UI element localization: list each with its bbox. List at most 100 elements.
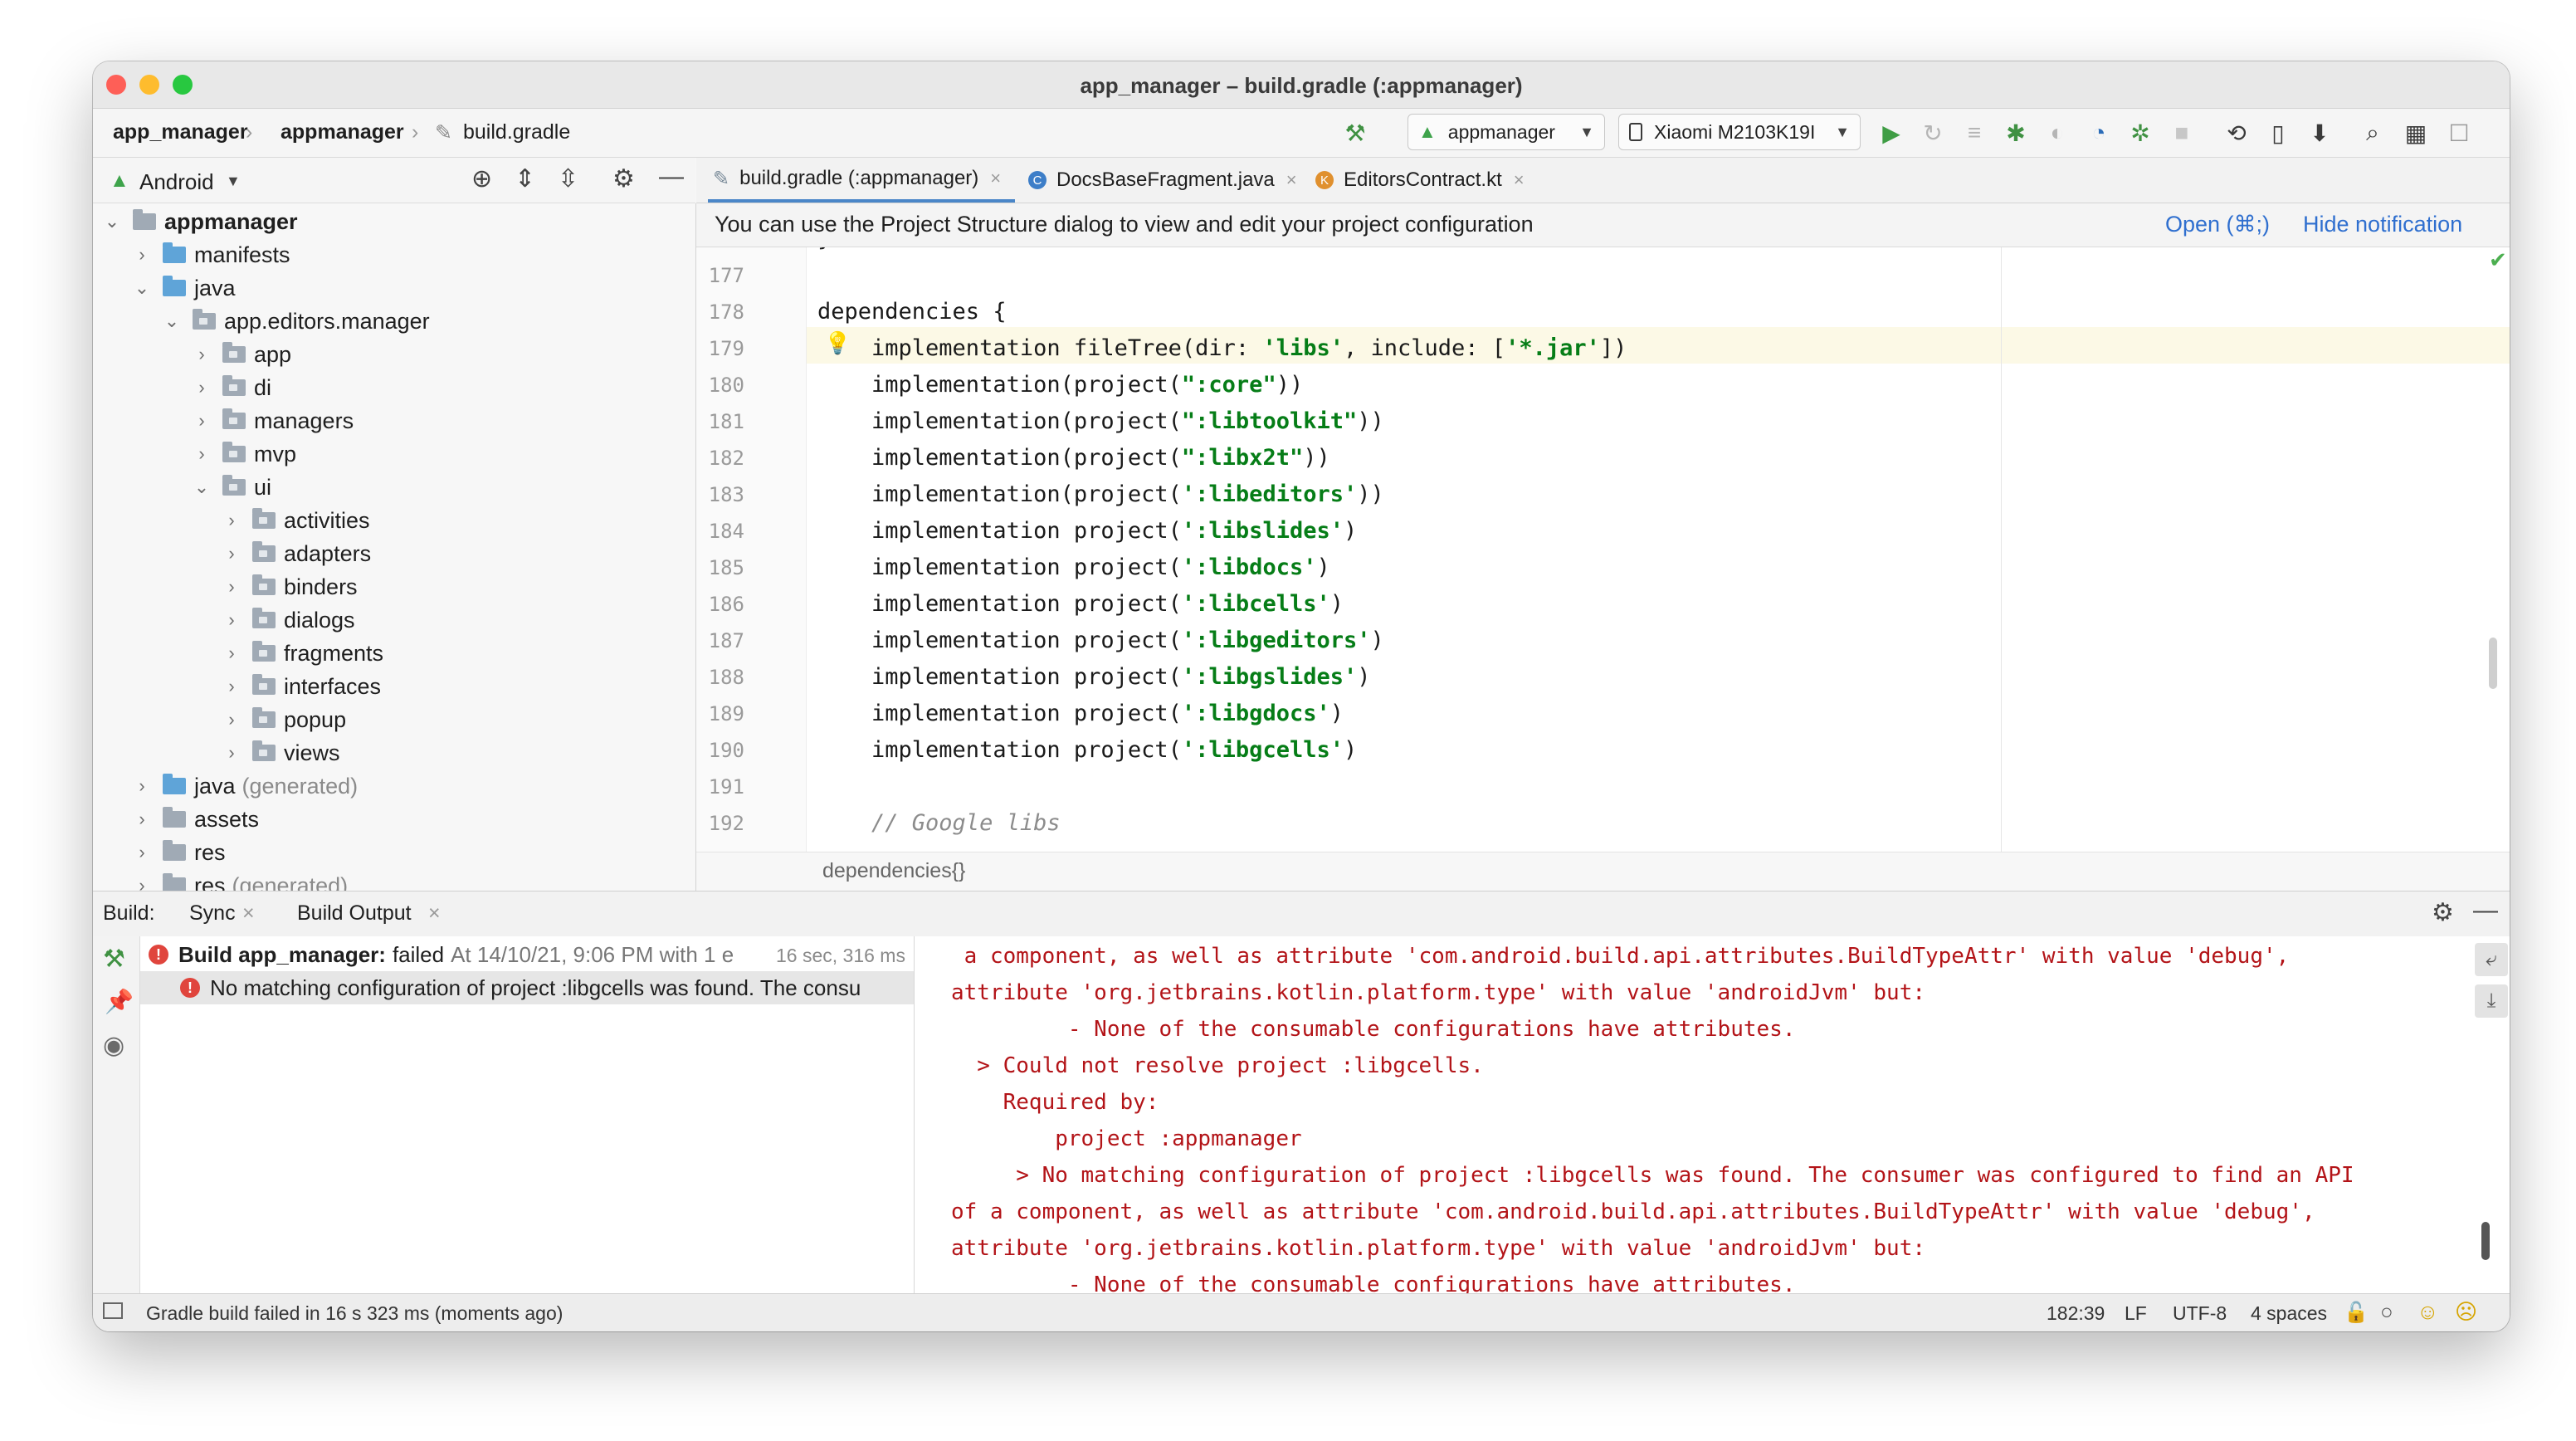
- build-hammer-icon[interactable]: ⚒: [103, 945, 125, 974]
- tree-item-dialogs[interactable]: › dialogs: [222, 603, 354, 637]
- tree-item-package[interactable]: ⌄ app.editors.manager: [163, 305, 430, 338]
- device-select[interactable]: Xiaomi M2103K19I ▼: [1618, 114, 1861, 150]
- tree-item-app[interactable]: › app: [193, 338, 291, 371]
- search-icon[interactable]: ⌕: [2359, 119, 2387, 147]
- tree-item-res-generated[interactable]: › res (generated): [133, 869, 348, 891]
- tree-item-popup[interactable]: › popup: [222, 703, 346, 736]
- profile-icon[interactable]: ◔: [2085, 119, 2113, 147]
- package-icon: [252, 740, 276, 761]
- code-line-current: implementation(project(":libx2t")): [817, 445, 1330, 471]
- tree-item-views[interactable]: › views: [222, 736, 339, 769]
- package-icon: [252, 541, 276, 562]
- output-scrollbar[interactable]: [2481, 1222, 2490, 1260]
- build-hammer-icon[interactable]: ⚒: [1341, 119, 1369, 147]
- tree-item-mvp[interactable]: › mvp: [193, 437, 296, 471]
- gear-icon[interactable]: ⚙: [2432, 898, 2454, 927]
- tab-build-gradle[interactable]: ✎ build.gradle (:appmanager) ×: [708, 158, 1015, 203]
- tree-item-adapters[interactable]: › adapters: [222, 537, 371, 570]
- close-tab-icon[interactable]: ×: [1514, 169, 1525, 191]
- line-number: 178: [708, 300, 744, 324]
- breadcrumb-file[interactable]: build.gradle: [463, 120, 570, 144]
- notifications-icon[interactable]: ○: [2380, 1299, 2393, 1325]
- stop-icon[interactable]: ■: [2168, 119, 2196, 147]
- breadcrumb-module[interactable]: appmanager: [281, 120, 404, 144]
- build-error-row[interactable]: ! No matching configuration of project :…: [140, 971, 914, 1004]
- debug-icon[interactable]: ✱: [2002, 119, 2030, 147]
- account-icon[interactable]: ☐: [2445, 119, 2473, 147]
- cursor-position[interactable]: 182:39: [2047, 1302, 2105, 1325]
- happy-feedback-icon[interactable]: ☺: [2417, 1299, 2439, 1325]
- code-editor[interactable]: ✔ 💡 176 177 178 179 180 181 182 183 184 …: [696, 247, 2510, 852]
- module-folder-icon: [133, 209, 156, 230]
- android-icon: ▲: [110, 169, 129, 192]
- hide-notification-link[interactable]: Hide notification: [2303, 212, 2462, 237]
- tab-build-output[interactable]: Build Output: [297, 901, 412, 926]
- locate-file-icon[interactable]: ⊕: [471, 164, 492, 193]
- chevron-down-icon[interactable]: ▼: [226, 173, 241, 190]
- tab-editorscontract[interactable]: K EditorsContract.kt ×: [1315, 158, 1525, 203]
- tree-item-res[interactable]: › res: [133, 836, 225, 869]
- status-message[interactable]: Gradle build failed in 16 s 323 ms (mome…: [146, 1302, 563, 1325]
- breadcrumb-project[interactable]: app_manager: [113, 120, 248, 144]
- soft-wrap-icon[interactable]: ⤶: [2475, 943, 2508, 976]
- close-tab-icon[interactable]: ×: [428, 901, 441, 926]
- close-tab-icon[interactable]: ×: [1286, 169, 1297, 191]
- indent-setting[interactable]: 4 spaces: [2251, 1302, 2327, 1325]
- tree-item-activities[interactable]: › activities: [222, 504, 369, 537]
- package-icon: [222, 408, 246, 429]
- lock-icon[interactable]: 🔓: [2344, 1301, 2369, 1325]
- editor-scrollbar[interactable]: [2489, 637, 2497, 689]
- build-output-console[interactable]: a component, as well as attribute 'com.a…: [915, 936, 2510, 1293]
- tree-item-di[interactable]: › di: [193, 371, 271, 404]
- tab-docsbasefragment[interactable]: C DocsBaseFragment.java ×: [1028, 158, 1297, 203]
- tree-item-java-generated[interactable]: › java (generated): [133, 769, 358, 803]
- view-mode-select[interactable]: Android: [139, 169, 214, 195]
- output-line: > Could not resolve project :libgcells.: [951, 1053, 1484, 1078]
- tree-item-managers[interactable]: › managers: [193, 404, 354, 437]
- tree-item-manifests[interactable]: › manifests: [133, 238, 290, 271]
- hide-panel-icon[interactable]: —: [2473, 896, 2498, 925]
- build-summary-row[interactable]: ! Build app_manager: failed At 14/10/21,…: [149, 938, 740, 971]
- scroll-to-end-icon[interactable]: ⤓: [2475, 984, 2508, 1018]
- sad-feedback-icon[interactable]: ☹: [2455, 1299, 2477, 1325]
- panel-toggle-icon[interactable]: [103, 1302, 123, 1319]
- editor-breadcrumb[interactable]: dependencies{}: [822, 859, 965, 883]
- debug-attach-icon[interactable]: ✲: [2126, 119, 2154, 147]
- gear-icon[interactable]: ⚙: [612, 164, 635, 193]
- chevron-right-icon: ›: [139, 842, 145, 862]
- file-encoding[interactable]: UTF-8: [2173, 1302, 2227, 1325]
- sdk-manager-icon[interactable]: ⬇: [2305, 119, 2334, 147]
- tree-item-appmanager[interactable]: ⌄ appmanager: [103, 205, 298, 238]
- line-separator[interactable]: LF: [2125, 1302, 2147, 1325]
- open-project-structure-link[interactable]: Open (⌘;): [2165, 212, 2270, 237]
- hide-panel-icon[interactable]: —: [659, 163, 684, 191]
- tree-item-fragments[interactable]: › fragments: [222, 637, 383, 670]
- tree-item-interfaces[interactable]: › interfaces: [222, 670, 381, 703]
- pin-icon[interactable]: 📌: [105, 988, 134, 1015]
- chevron-right-icon: ›: [228, 676, 235, 696]
- run-config-select[interactable]: ▲ appmanager ▼: [1408, 114, 1605, 150]
- tree-item-assets[interactable]: › assets: [133, 803, 259, 836]
- tree-item-java[interactable]: ⌄ java: [133, 271, 236, 305]
- avd-manager-icon[interactable]: ▯: [2264, 119, 2292, 147]
- eye-icon[interactable]: ◉: [103, 1031, 124, 1060]
- apply-code-changes-icon[interactable]: ≡: [1960, 119, 1988, 147]
- apply-changes-icon[interactable]: ↻: [1919, 119, 1947, 147]
- close-tab-icon[interactable]: ×: [990, 168, 1001, 189]
- project-structure-icon[interactable]: ▦: [2402, 119, 2430, 147]
- chevron-right-icon: ›: [228, 742, 235, 763]
- attach-debugger-icon[interactable]: ◐: [2043, 119, 2071, 147]
- collapse-all-icon[interactable]: ⇳: [558, 164, 578, 193]
- expand-all-icon[interactable]: ⇕: [515, 164, 535, 193]
- run-icon[interactable]: ▶: [1877, 119, 1905, 147]
- tree-item-ui[interactable]: ⌄ ui: [193, 471, 271, 504]
- line-number: 180: [708, 374, 744, 397]
- sync-gradle-icon[interactable]: ⟲: [2222, 119, 2251, 147]
- package-icon: [222, 475, 246, 496]
- line-number: 184: [708, 520, 744, 543]
- close-tab-icon[interactable]: ×: [242, 901, 255, 926]
- code-line: implementation project(':libgcells'): [817, 737, 1358, 763]
- chevron-right-icon: ›: [139, 808, 145, 829]
- tree-item-binders[interactable]: › binders: [222, 570, 357, 603]
- tab-sync[interactable]: Sync: [189, 901, 236, 926]
